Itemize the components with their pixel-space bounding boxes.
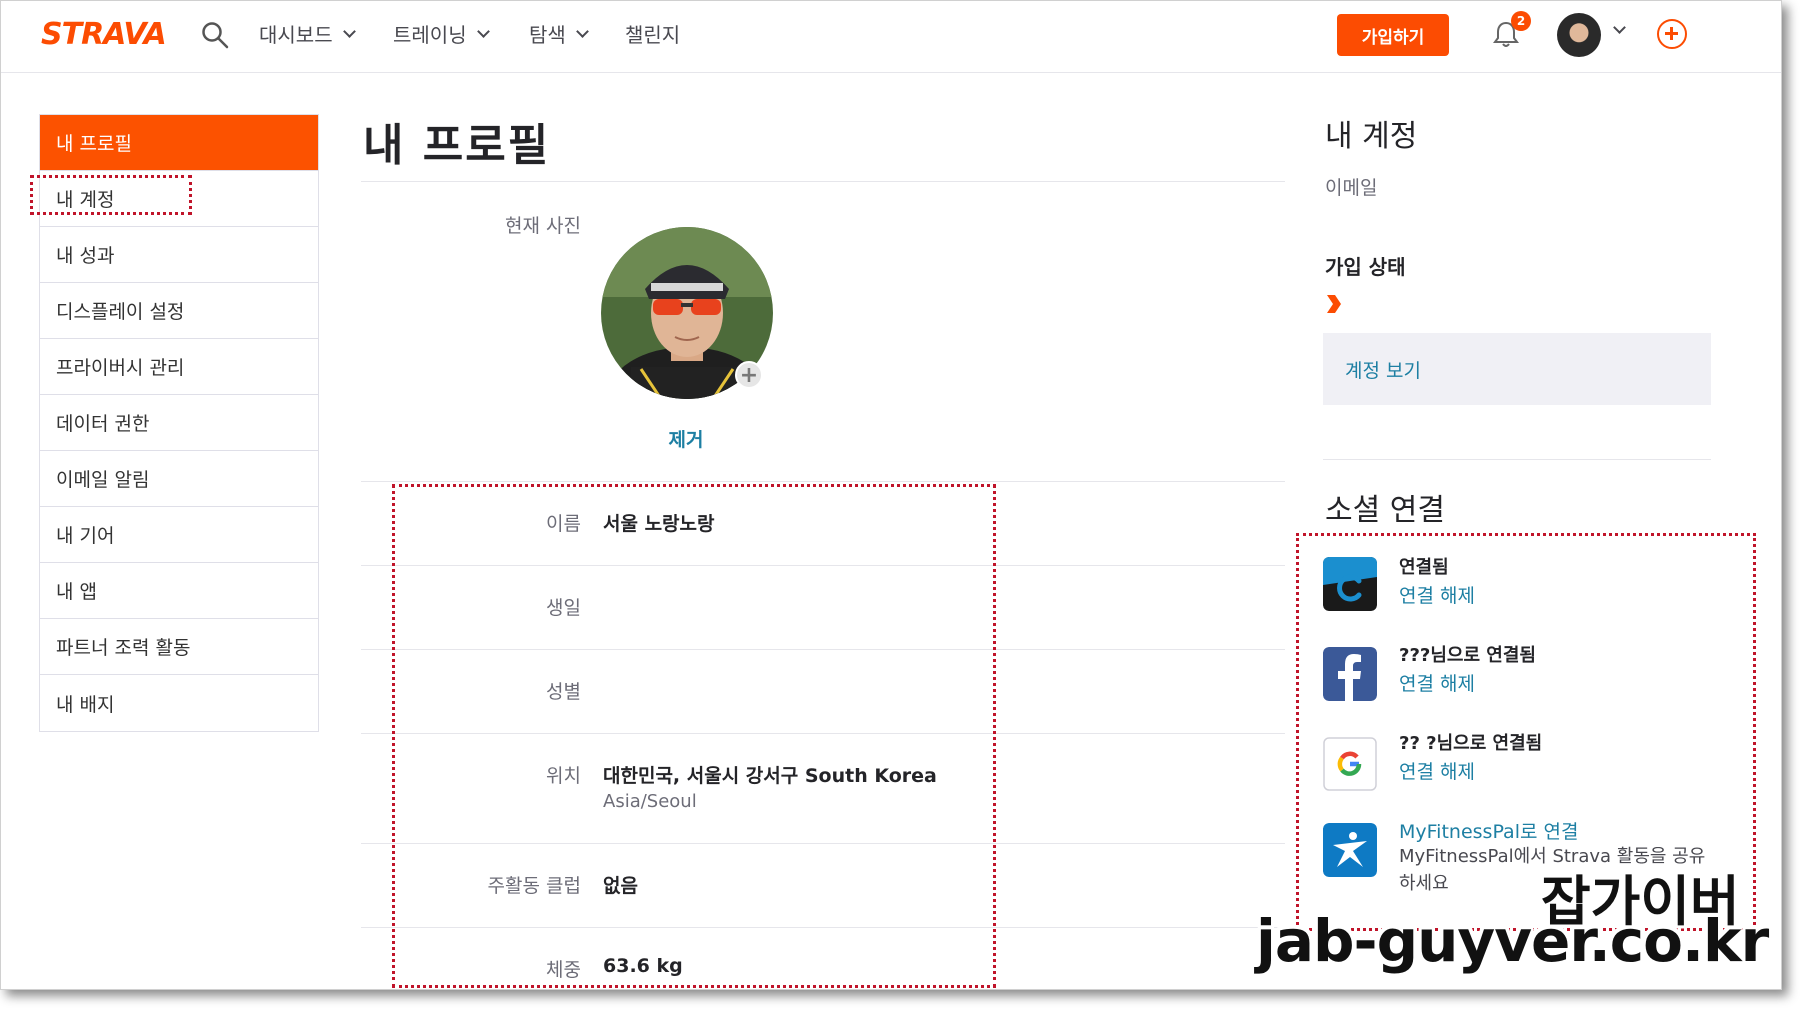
notification-badge: 2	[1511, 11, 1531, 31]
sidebar-item-privacy[interactable]: 프라이버시 관리	[40, 339, 318, 395]
sidebar-item-partner-activities[interactable]: 파트너 조력 활동	[40, 619, 318, 675]
annotation-box-account	[30, 175, 192, 215]
browser-frame: STRAVA 대시보드 트레이닝 탐색 챌린지 가입하기 2 내 프로필 내 계…	[0, 0, 1782, 990]
sidebar-item-my-gear[interactable]: 내 기어	[40, 507, 318, 563]
divider	[1323, 459, 1711, 460]
top-navigation: STRAVA 대시보드 트레이닝 탐색 챌린지 가입하기 2	[1, 1, 1781, 73]
strava-logo[interactable]: STRAVA	[41, 17, 167, 52]
chevron-down-icon[interactable]	[1613, 21, 1626, 34]
signup-button[interactable]: 가입하기	[1337, 14, 1449, 56]
nav-training[interactable]: 트레이닝	[393, 19, 490, 48]
add-icon[interactable]	[1657, 19, 1687, 49]
search-icon[interactable]	[201, 21, 229, 49]
sidebar-item-my-performance[interactable]: 내 성과	[40, 227, 318, 283]
sidebar-item-my-profile[interactable]: 내 프로필	[40, 115, 318, 171]
divider	[361, 181, 1285, 182]
chevron-down-icon	[575, 25, 589, 38]
nav-dashboard[interactable]: 대시보드	[259, 19, 356, 48]
sidebar-item-data-permissions[interactable]: 데이터 권한	[40, 395, 318, 451]
nav-challenges-label: 챌린지	[625, 23, 681, 47]
sidebar-item-my-badges[interactable]: 내 배지	[40, 675, 318, 731]
watermark-url: jab-guyver.co.kr	[1256, 907, 1769, 975]
divider	[361, 481, 1285, 482]
remove-photo-link[interactable]: 제거	[641, 425, 731, 452]
account-title: 내 계정	[1325, 119, 1418, 154]
annotation-box-profile-fields	[392, 484, 996, 988]
nav-dashboard-label: 대시보드	[259, 23, 333, 47]
current-photo-label: 현재 사진	[505, 215, 581, 237]
sidebar-item-display-settings[interactable]: 디스플레이 설정	[40, 283, 318, 339]
chevron-right-icon	[1327, 295, 1341, 313]
nav-challenges[interactable]: 챌린지	[625, 19, 680, 48]
page-title: 내 프로필	[363, 120, 551, 171]
email-label: 이메일	[1325, 177, 1378, 199]
nav-training-label: 트레이닝	[393, 23, 467, 47]
chevron-down-icon	[342, 25, 356, 38]
nav-explore[interactable]: 탐색	[529, 19, 589, 48]
chevron-down-icon	[476, 25, 490, 38]
membership-label: 가입 상태	[1325, 255, 1406, 279]
sidebar-item-my-apps[interactable]: 내 앱	[40, 563, 318, 619]
view-account-button[interactable]: 계정 보기	[1323, 333, 1711, 405]
nav-explore-label: 탐색	[529, 23, 566, 47]
sidebar-item-email-notifications[interactable]: 이메일 알림	[40, 451, 318, 507]
avatar[interactable]	[1557, 13, 1601, 57]
social-title: 소셜 연결	[1325, 493, 1445, 528]
add-photo-icon[interactable]: +	[735, 361, 763, 389]
